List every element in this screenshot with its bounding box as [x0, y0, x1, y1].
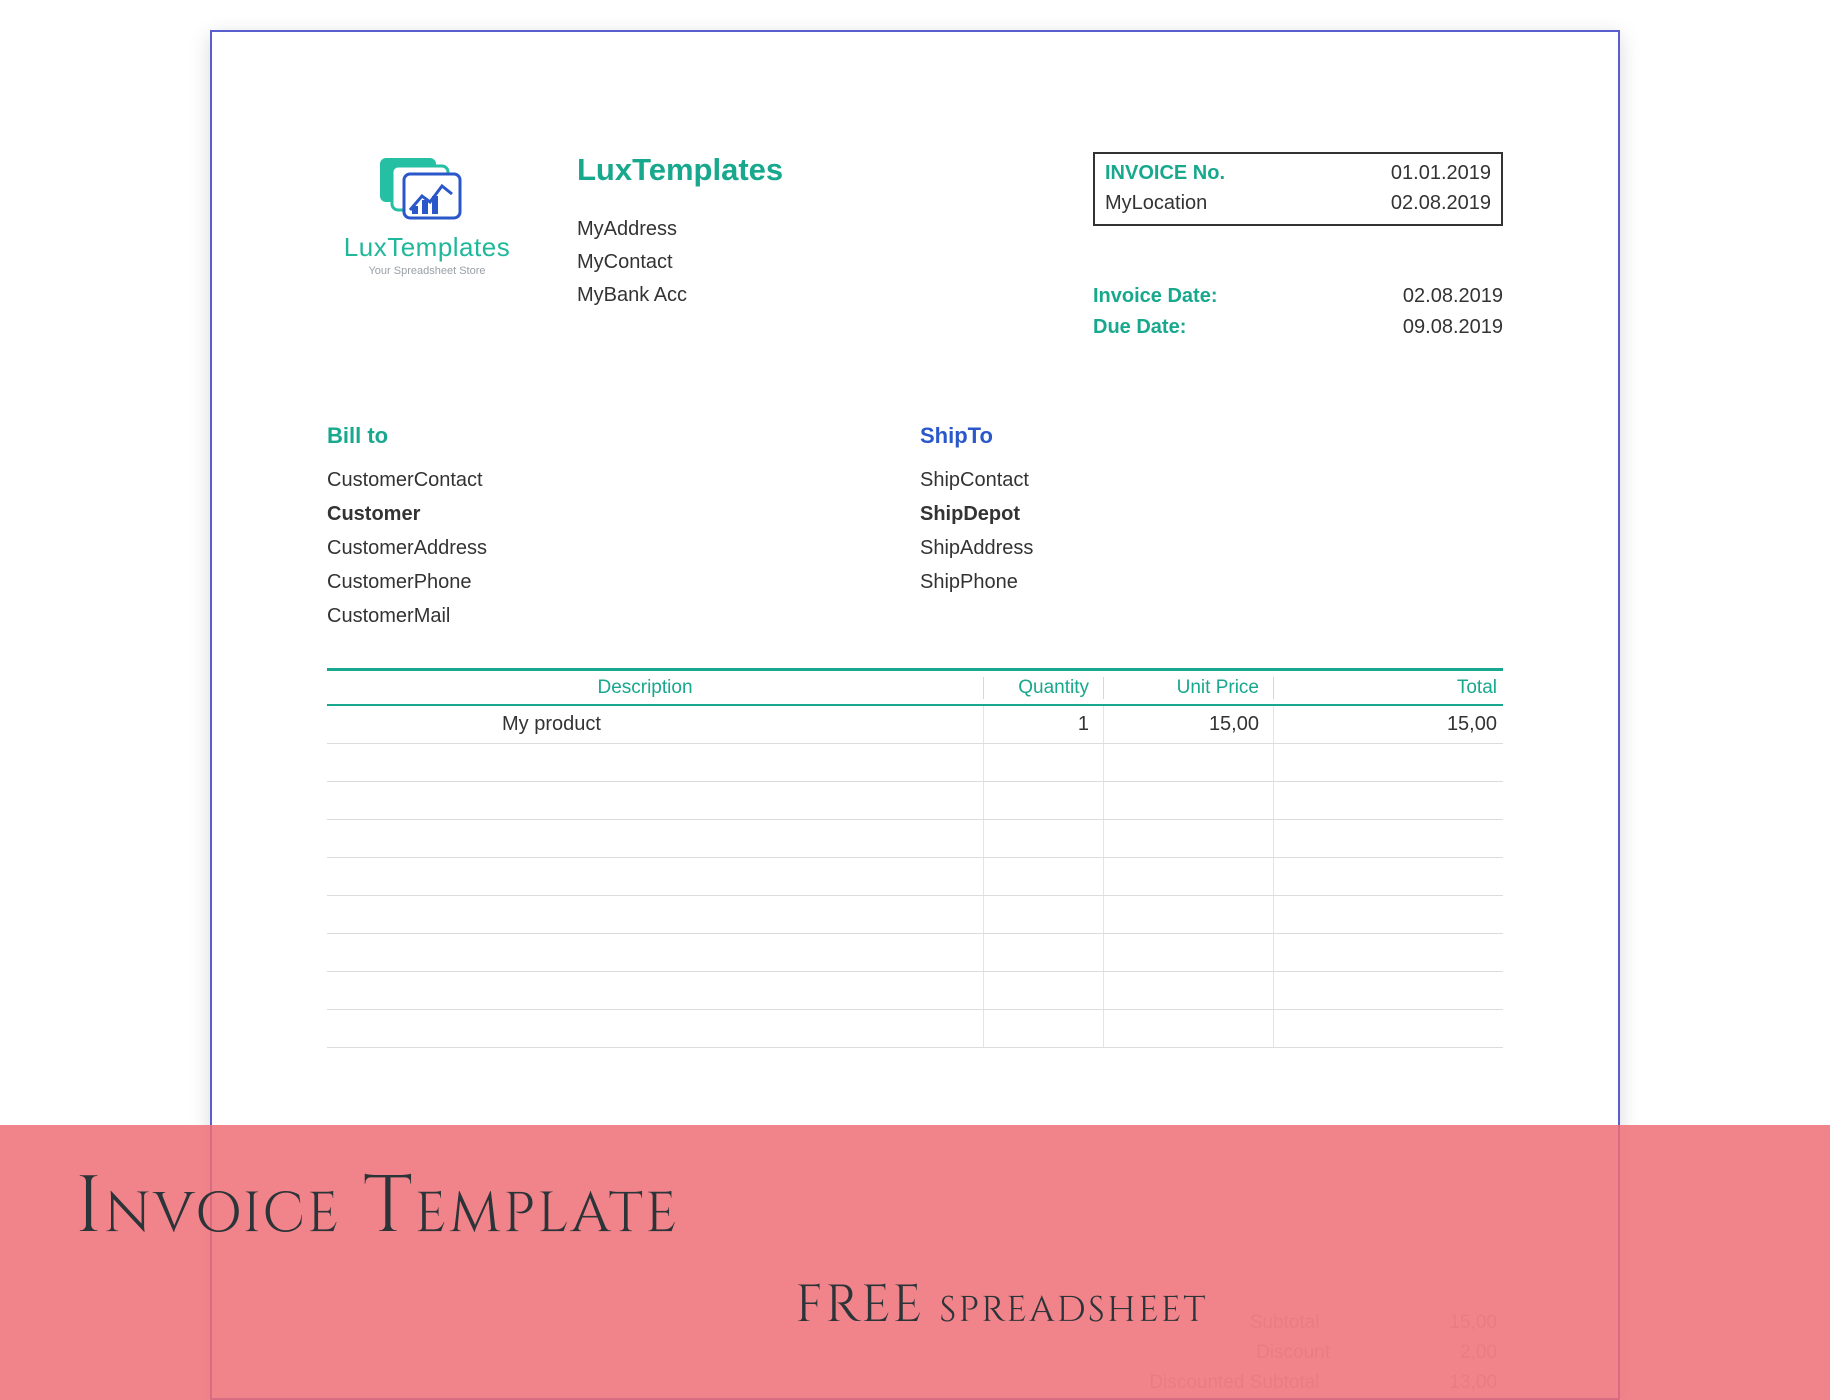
- company-column: LuxTemplates MyAddress MyContact MyBank …: [567, 152, 1093, 343]
- promo-banner: Invoice Template FREE spreadsheet: [0, 1125, 1830, 1400]
- cell-total: 15,00: [1273, 706, 1503, 743]
- items-body: My product115,0015,00: [327, 706, 1503, 1048]
- bill-to-phone: CustomerPhone: [327, 565, 910, 599]
- logo-brand-text: LuxTemplates: [327, 232, 527, 263]
- invoice-date-value: 02.08.2019: [1403, 281, 1503, 312]
- cell-quantity: 1: [983, 706, 1103, 743]
- invoice-no-label: INVOICE No.: [1105, 158, 1225, 188]
- cell-quantity: [983, 858, 1103, 895]
- banner-subtitle: FREE spreadsheet: [75, 1271, 1830, 1341]
- dates-block: Invoice Date: 02.08.2019 Due Date: 09.08…: [1093, 281, 1503, 343]
- cell-total: [1273, 858, 1503, 895]
- bill-to-contact: CustomerContact: [327, 463, 910, 497]
- due-date-value: 09.08.2019: [1403, 312, 1503, 343]
- table-row: [327, 1010, 1503, 1048]
- ship-to-address: ShipAddress: [920, 531, 1503, 565]
- cell-unit-price: [1103, 896, 1273, 933]
- ship-to-contact: ShipContact: [920, 463, 1503, 497]
- ship-to-name: ShipDepot: [920, 497, 1503, 531]
- cell-unit-price: [1103, 972, 1273, 1009]
- company-contact: MyContact: [577, 246, 1093, 279]
- ship-to-phone: ShipPhone: [920, 565, 1503, 599]
- address-row: Bill to CustomerContact Customer Custome…: [327, 423, 1503, 633]
- bill-to-column: Bill to CustomerContact Customer Custome…: [327, 423, 910, 633]
- cell-total: [1273, 896, 1503, 933]
- invoice-no-value: 01.01.2019: [1391, 158, 1491, 188]
- cell-total: [1273, 782, 1503, 819]
- bill-to-heading: Bill to: [327, 423, 910, 449]
- cell-unit-price: [1103, 1010, 1273, 1047]
- company-name: LuxTemplates: [577, 152, 1093, 188]
- bill-to-address: CustomerAddress: [327, 531, 910, 565]
- cell-quantity: [983, 744, 1103, 781]
- cell-total: [1273, 744, 1503, 781]
- cell-unit-price: [1103, 744, 1273, 781]
- company-address: MyAddress: [577, 213, 1093, 246]
- col-header-total: Total: [1273, 677, 1503, 699]
- due-date-label: Due Date:: [1093, 312, 1186, 343]
- logo: LuxTemplates Your Spreadsheet Store: [327, 152, 527, 277]
- cell-total: [1273, 934, 1503, 971]
- table-row: [327, 820, 1503, 858]
- cell-unit-price: 15,00: [1103, 706, 1273, 743]
- cell-quantity: [983, 896, 1103, 933]
- invoice-meta-column: INVOICE No. 01.01.2019 MyLocation 02.08.…: [1093, 152, 1503, 343]
- col-header-quantity: Quantity: [983, 677, 1103, 699]
- col-header-description: Description: [327, 677, 983, 699]
- cell-description: My product: [327, 713, 983, 736]
- table-row: [327, 896, 1503, 934]
- cell-total: [1273, 972, 1503, 1009]
- cell-quantity: [983, 1010, 1103, 1047]
- company-bank: MyBank Acc: [577, 279, 1093, 312]
- cell-quantity: [983, 820, 1103, 857]
- cell-unit-price: [1103, 782, 1273, 819]
- cell-unit-price: [1103, 934, 1273, 971]
- cell-quantity: [983, 782, 1103, 819]
- ship-to-column: ShipTo ShipContact ShipDepot ShipAddress…: [910, 423, 1503, 633]
- logo-column: LuxTemplates Your Spreadsheet Store: [327, 152, 567, 343]
- bill-to-mail: CustomerMail: [327, 599, 910, 633]
- logo-tagline: Your Spreadsheet Store: [327, 265, 527, 277]
- table-row: [327, 934, 1503, 972]
- cell-unit-price: [1103, 858, 1273, 895]
- invoice-location-label: MyLocation: [1105, 188, 1207, 218]
- cell-quantity: [983, 972, 1103, 1009]
- table-row: [327, 858, 1503, 896]
- banner-title: Invoice Template: [75, 1125, 1830, 1261]
- bill-to-name: Customer: [327, 497, 910, 531]
- header-row: LuxTemplates Your Spreadsheet Store LuxT…: [327, 152, 1503, 343]
- cell-total: [1273, 820, 1503, 857]
- cell-unit-price: [1103, 820, 1273, 857]
- table-row: My product115,0015,00: [327, 706, 1503, 744]
- cell-quantity: [983, 934, 1103, 971]
- invoice-location-value: 02.08.2019: [1391, 188, 1491, 218]
- cell-total: [1273, 1010, 1503, 1047]
- items-header-row: Description Quantity Unit Price Total: [327, 668, 1503, 706]
- invoice-number-box: INVOICE No. 01.01.2019 MyLocation 02.08.…: [1093, 152, 1503, 226]
- invoice-date-label: Invoice Date:: [1093, 281, 1217, 312]
- ship-to-heading: ShipTo: [920, 423, 1503, 449]
- table-row: [327, 782, 1503, 820]
- items-table: Description Quantity Unit Price Total My…: [327, 668, 1503, 1048]
- table-row: [327, 744, 1503, 782]
- table-row: [327, 972, 1503, 1010]
- col-header-unit-price: Unit Price: [1103, 677, 1273, 699]
- logo-icon: [327, 152, 527, 227]
